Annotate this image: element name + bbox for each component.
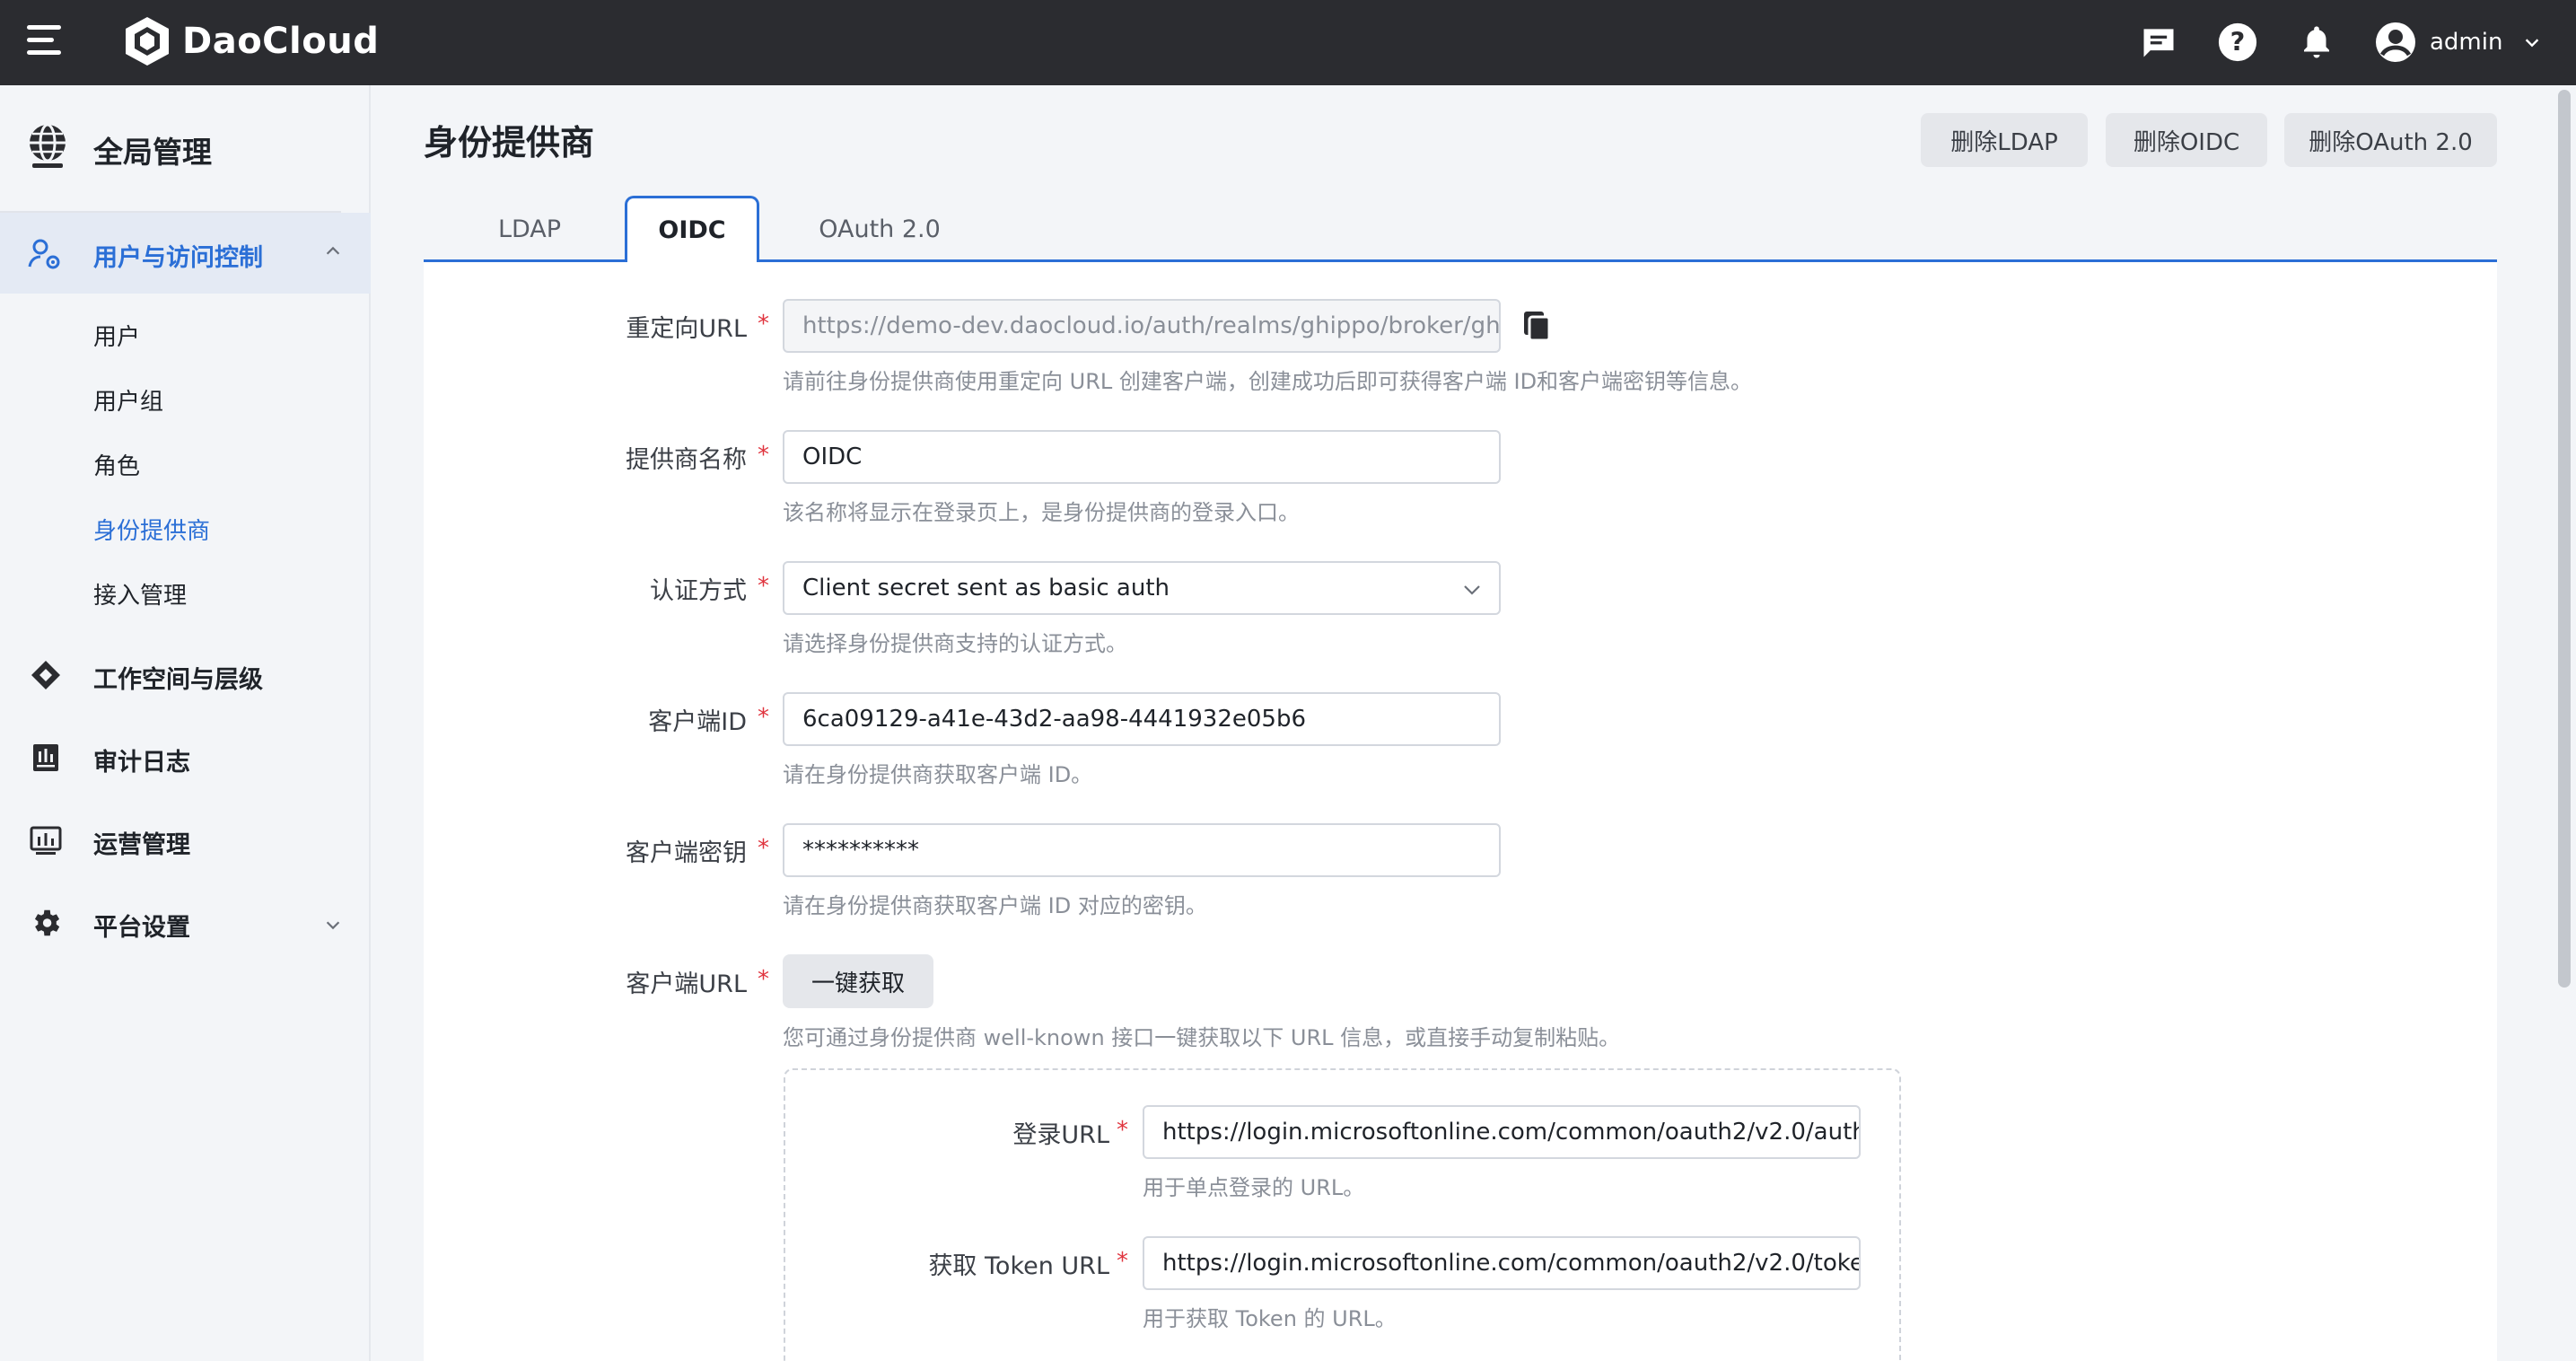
- provider-name-hint: 该名称将显示在登录页上，是身份提供商的登录入口。: [783, 500, 1300, 525]
- client-id-label: 客户端ID: [648, 708, 747, 736]
- sidebar-group-access-control[interactable]: 用户与访问控制: [0, 213, 371, 294]
- client-id-input[interactable]: 6ca09129-a41e-43d2-aa98-4441932e05b6: [783, 692, 1501, 746]
- client-secret-label: 客户端密钥: [626, 839, 747, 867]
- required-mark: *: [758, 311, 769, 338]
- daocloud-logo-icon: [126, 17, 169, 66]
- user-avatar-icon: [2376, 22, 2415, 62]
- svg-text:?: ?: [2230, 27, 2246, 57]
- gear-icon: [34, 909, 60, 936]
- token-url-input[interactable]: https://login.microsoftonline.com/common…: [1143, 1236, 1861, 1290]
- tab-oidc[interactable]: OIDC: [625, 196, 759, 265]
- login-url-input[interactable]: https://login.microsoftonline.com/common…: [1143, 1105, 1861, 1159]
- notification-bell-icon[interactable]: [2294, 20, 2339, 65]
- sidebar-item-workspaces[interactable]: 工作空间与层级: [0, 640, 371, 712]
- sidebar-title: 全局管理: [93, 135, 212, 170]
- tab-oauth[interactable]: OAuth 2.0: [808, 196, 951, 262]
- menu-icon[interactable]: [27, 25, 65, 59]
- help-icon[interactable]: ?: [2215, 20, 2260, 65]
- client-secret-input[interactable]: **********: [783, 823, 1501, 877]
- login-url-hint: 用于单点登录的 URL。: [1143, 1175, 1365, 1200]
- sidebar-item-operations[interactable]: 运营管理: [0, 805, 371, 877]
- sidebar-item-label: 运营管理: [93, 831, 190, 859]
- sidebar-item-label: 工作空间与层级: [93, 666, 263, 694]
- auth-method-select[interactable]: Client secret sent as basic auth: [783, 561, 1501, 615]
- required-mark: *: [1117, 1117, 1128, 1144]
- sidebar-item-label: 审计日志: [93, 749, 190, 777]
- logo[interactable]: DaoCloud: [121, 14, 379, 68]
- sidebar-item-audit-logs[interactable]: 审计日志: [0, 723, 371, 795]
- redirect-url-label: 重定向URL: [626, 315, 747, 343]
- provider-name-label: 提供商名称: [626, 446, 747, 474]
- sidebar-item-user-groups[interactable]: 用户组: [93, 383, 163, 417]
- top-bar: DaoCloud ? admin: [0, 0, 2576, 85]
- brand-name: DaoCloud: [182, 21, 380, 62]
- chevron-up-icon: [326, 246, 340, 255]
- required-mark: *: [758, 966, 769, 993]
- sidebar-group-label: 用户与访问控制: [93, 244, 263, 272]
- login-url-label: 登录URL: [1012, 1121, 1109, 1149]
- operations-chart-icon: [30, 826, 62, 855]
- required-mark: *: [758, 573, 769, 600]
- auth-method-label: 认证方式: [650, 577, 747, 605]
- sidebar-item-users[interactable]: 用户: [93, 319, 140, 352]
- client-url-hint: 您可通过身份提供商 well-known 接口一键获取以下 URL 信息，或直接…: [783, 1025, 1621, 1050]
- auth-method-value: Client secret sent as basic auth: [802, 575, 1170, 601]
- user-menu[interactable]: admin: [2374, 18, 2542, 66]
- provider-name-input[interactable]: OIDC: [783, 430, 1501, 484]
- sidebar-item-label: 平台设置: [93, 914, 190, 942]
- sidebar-item-platform-settings[interactable]: 平台设置: [0, 888, 371, 960]
- required-mark: *: [758, 835, 769, 862]
- sidebar-item-roles[interactable]: 角色: [93, 448, 140, 481]
- sidebar-item-identity-providers[interactable]: 身份提供商: [93, 513, 210, 546]
- redirect-url-field: https://demo-dev.daocloud.io/auth/realms…: [783, 299, 1501, 353]
- user-name: admin: [2430, 29, 2503, 56]
- globe-icon: [30, 123, 66, 168]
- client-id-hint: 请在身份提供商获取客户端 ID。: [783, 762, 1093, 787]
- scrollbar-thumb[interactable]: [2558, 90, 2571, 988]
- chevron-down-icon: [326, 921, 340, 930]
- auth-method-hint: 请选择身份提供商支持的认证方式。: [783, 631, 1127, 656]
- auto-fetch-button[interactable]: 一键获取: [783, 954, 933, 1008]
- workspace-diamond-icon: [31, 661, 60, 689]
- client-secret-hint: 请在身份提供商获取客户端 ID 对应的密钥。: [783, 893, 1207, 918]
- delete-ldap-button[interactable]: 删除LDAP: [1921, 113, 2088, 167]
- user-settings-icon: [28, 239, 60, 269]
- token-url-hint: 用于获取 Token 的 URL。: [1143, 1306, 1397, 1331]
- sidebar: 全局管理 用户与访问控制 用户 用户组 角色 身份提供商 接入管理 工作空间与层…: [0, 85, 371, 1361]
- delete-oauth-button[interactable]: 删除OAuth 2.0: [2284, 113, 2497, 167]
- required-mark: *: [758, 442, 769, 469]
- client-url-label: 客户端URL: [626, 970, 747, 998]
- required-mark: *: [1117, 1248, 1128, 1275]
- required-mark: *: [758, 704, 769, 731]
- sidebar-item-access-management[interactable]: 接入管理: [93, 577, 187, 610]
- token-url-label: 获取 Token URL: [928, 1252, 1109, 1280]
- message-icon[interactable]: [2136, 20, 2181, 65]
- sidebar-header: 全局管理: [0, 85, 371, 211]
- audit-log-icon: [33, 744, 58, 771]
- delete-oidc-button[interactable]: 删除OIDC: [2106, 113, 2267, 167]
- copy-icon[interactable]: [1519, 308, 1555, 344]
- chevron-down-icon: [1464, 585, 1480, 595]
- chevron-down-icon: [2526, 39, 2539, 48]
- redirect-url-hint: 请前往身份提供商使用重定向 URL 创建客户端，创建成功后即可获得客户端 ID和…: [783, 369, 1753, 394]
- tab-ldap[interactable]: LDAP: [467, 196, 592, 262]
- page-title: 身份提供商: [424, 123, 595, 162]
